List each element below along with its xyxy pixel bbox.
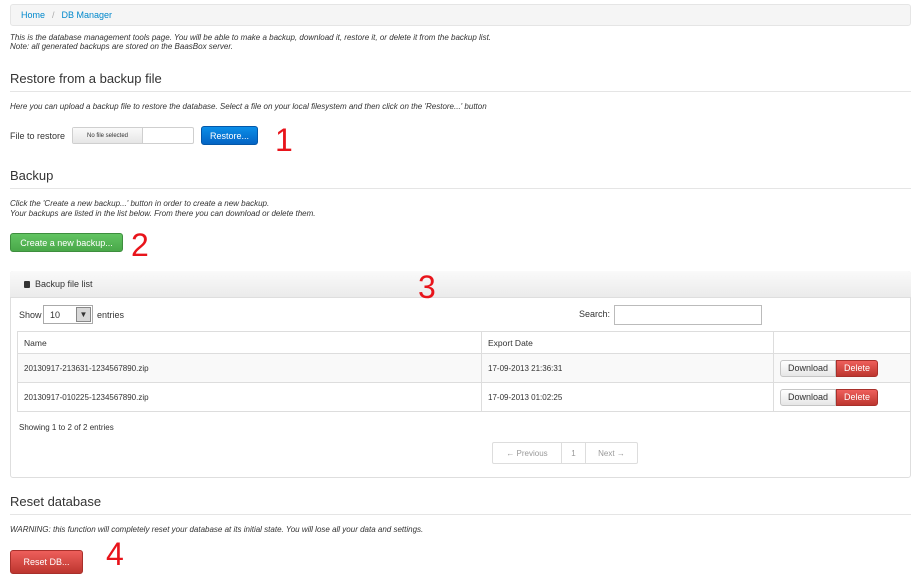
entries-label: entries (97, 310, 125, 320)
download-button[interactable]: Download (780, 359, 836, 377)
search-label: Search: (579, 309, 611, 319)
annotation-marker-3: 3 (418, 269, 436, 305)
table-info: Showing 1 to 2 of 2 entries (19, 423, 114, 432)
file-list-icon (24, 280, 30, 288)
column-header-name[interactable]: Name (17, 331, 482, 354)
backup-section-title: Backup (10, 168, 54, 183)
annotation-marker-2: 2 (131, 227, 149, 263)
pagination: ← Previous 1 Next → (492, 442, 638, 464)
backup-name-cell: 20130917-010225-1234567890.zip (17, 382, 482, 412)
backup-list-header: Backup file list (10, 271, 911, 298)
reset-section-title: Reset database (10, 494, 102, 509)
export-date-cell: 17-09-2013 01:02:25 (481, 382, 774, 412)
backup-name-cell: 20130917-213631-1234567890.zip (17, 353, 482, 383)
restore-note: Here you can upload a backup file to res… (10, 102, 487, 111)
divider (10, 91, 911, 92)
intro-text: This is the database management tools pa… (10, 33, 491, 51)
divider (10, 188, 911, 189)
breadcrumb: Home / DB Manager (10, 4, 911, 26)
page-size-value: 10 (50, 309, 61, 320)
table-row: 20130917-010225-1234567890.zip 17-09-201… (17, 382, 911, 412)
divider (10, 514, 911, 515)
column-header-export-date[interactable]: Export Date (481, 331, 774, 354)
restore-section-title: Restore from a backup file (10, 71, 162, 86)
backup-list-title: Backup file list (35, 279, 93, 289)
search-input[interactable] (614, 305, 762, 325)
breadcrumb-separator: / (52, 10, 55, 20)
download-button[interactable]: Download (780, 388, 836, 406)
delete-button[interactable]: Delete (836, 388, 878, 406)
actions-cell: Download Delete (773, 353, 911, 383)
column-header-actions (773, 331, 911, 354)
delete-button[interactable]: Delete (836, 359, 878, 377)
reset-db-button[interactable]: Reset DB... (10, 550, 83, 574)
file-to-restore-label: File to restore (10, 131, 66, 141)
pager-next[interactable]: Next → (586, 443, 637, 463)
export-date-cell: 17-09-2013 21:36:31 (481, 353, 774, 383)
backup-note-line-1: Click the 'Create a new backup...' butto… (10, 199, 270, 208)
file-choose-button[interactable]: No file selected (73, 128, 143, 143)
page-size-select[interactable]: 10 ▼ (43, 305, 93, 324)
annotation-marker-1: 1 (275, 122, 293, 158)
backup-table: Name Export Date 20130917-213631-1234567… (17, 331, 911, 412)
pager-page-1[interactable]: 1 (562, 443, 586, 463)
breadcrumb-home-link[interactable]: Home (21, 10, 45, 20)
chevron-down-icon[interactable]: ▼ (76, 307, 91, 322)
backup-note-line-2: Your backups are listed in the list belo… (10, 209, 316, 218)
annotation-marker-4: 4 (106, 536, 124, 572)
file-input[interactable]: No file selected (72, 127, 194, 144)
intro-line-1: This is the database management tools pa… (10, 33, 492, 42)
reset-warning: WARNING: this function will completely r… (10, 525, 424, 534)
breadcrumb-current-link[interactable]: DB Manager (62, 10, 113, 20)
table-row: 20130917-213631-1234567890.zip 17-09-201… (17, 353, 911, 383)
restore-button[interactable]: Restore... (201, 126, 258, 145)
intro-line-2: Note: all generated backups are stored o… (10, 42, 233, 51)
actions-cell: Download Delete (773, 382, 911, 412)
pager-previous[interactable]: ← Previous (493, 443, 562, 463)
create-backup-button[interactable]: Create a new backup... (10, 233, 123, 252)
backup-note: Click the 'Create a new backup...' butto… (10, 199, 316, 219)
show-label: Show (19, 310, 42, 320)
